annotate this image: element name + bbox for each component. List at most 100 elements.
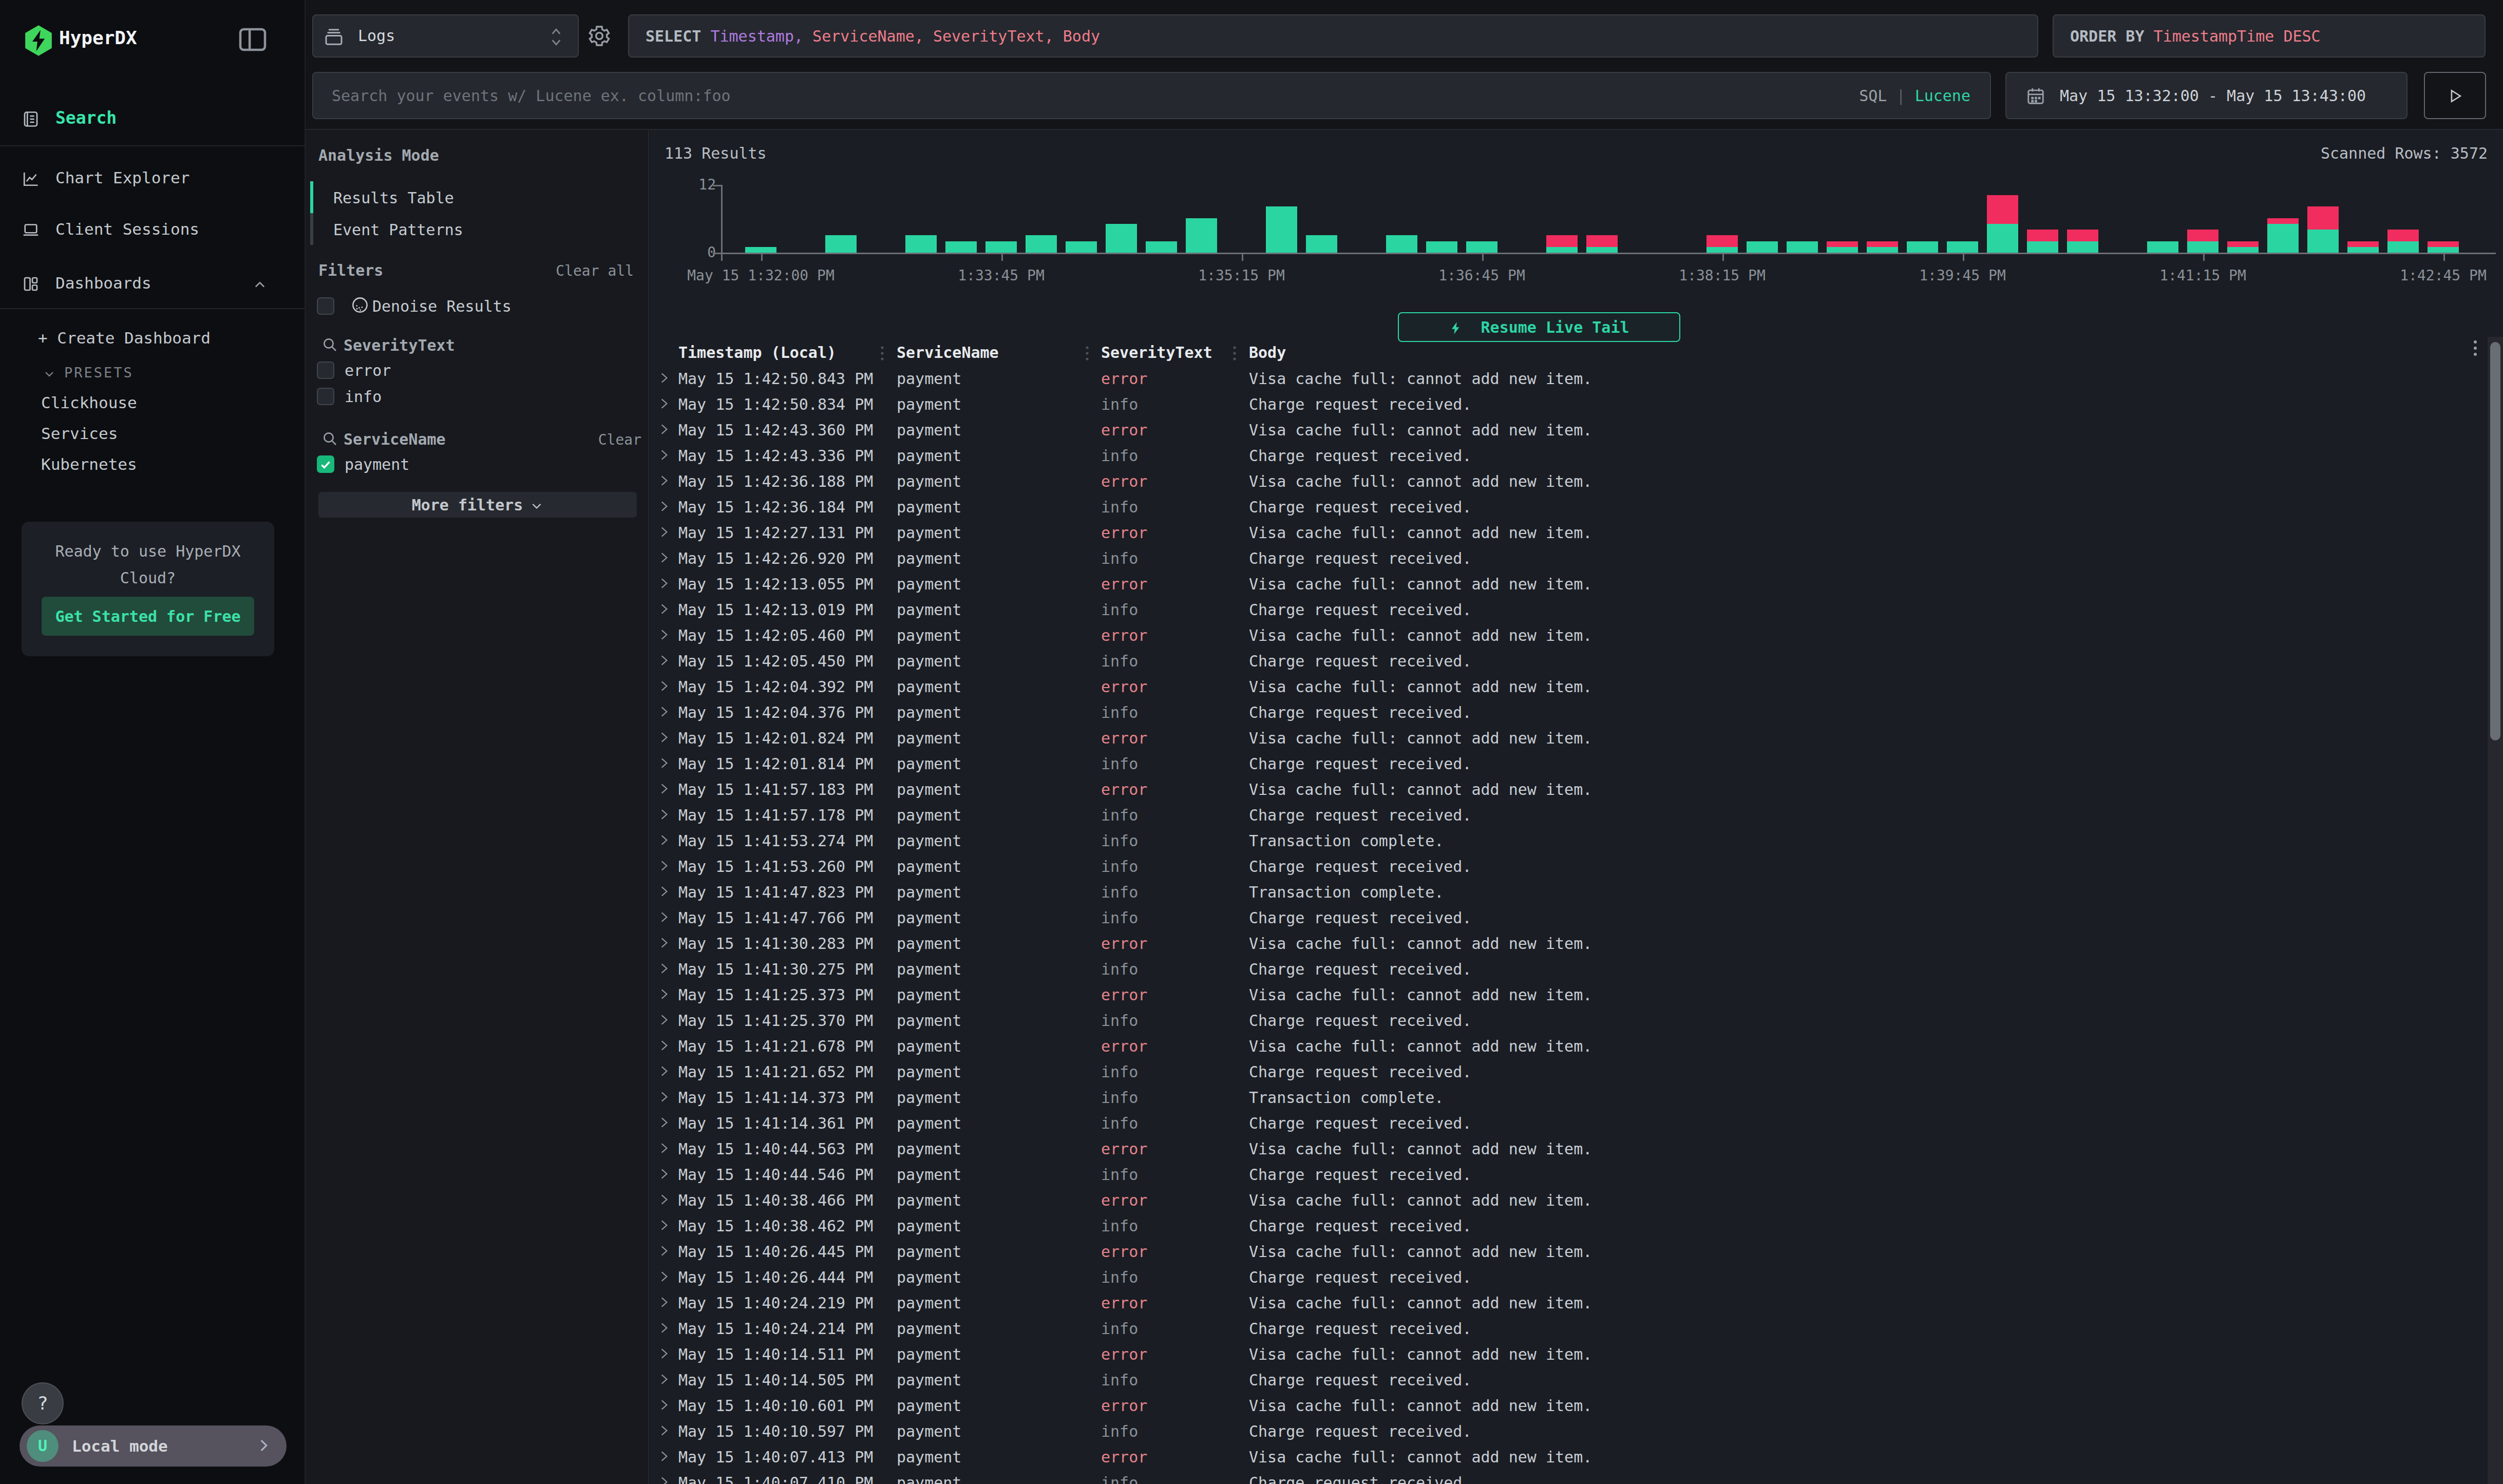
filter-option-error[interactable]: error [306,360,649,383]
table-row[interactable]: May 15 1:42:36.184 PMpaymentinfoCharge r… [650,493,2478,519]
table-row[interactable]: May 15 1:41:21.652 PMpaymentinfoCharge r… [650,1058,2478,1084]
table-row[interactable]: May 15 1:42:50.843 PMpaymenterrorVisa ca… [650,365,2478,391]
events-histogram[interactable]: 120May 15 1:32:00 PM1:33:45 PM1:35:15 PM… [650,130,2503,284]
table-row[interactable]: May 15 1:41:57.178 PMpaymentinfoCharge r… [650,802,2478,827]
expand-row-icon[interactable] [657,1167,671,1181]
expand-row-icon[interactable] [657,1064,671,1078]
source-select[interactable]: Logs [312,14,579,58]
histogram-bar-ok[interactable] [2307,230,2339,253]
collapse-sidebar-icon[interactable] [236,23,269,56]
histogram-bar-ok[interactable] [1706,247,1738,253]
expand-row-icon[interactable] [657,756,671,770]
histogram-bar-error[interactable] [1546,235,1578,247]
histogram-bar-ok[interactable] [2187,241,2218,253]
histogram-bar-ok[interactable] [745,247,776,253]
table-row[interactable]: May 15 1:40:38.462 PMpaymentinfoCharge r… [650,1212,2478,1238]
expand-row-icon[interactable] [657,731,671,744]
preset-clickhouse[interactable]: Clickhouse [41,393,137,412]
histogram-bar-error[interactable] [2307,206,2339,230]
histogram-bar-ok[interactable] [1947,241,1978,253]
histogram-bar-ok[interactable] [1827,247,1858,253]
expand-row-icon[interactable] [657,962,671,975]
histogram-bar-error[interactable] [2267,218,2299,224]
histogram-bar-ok[interactable] [1426,241,1457,253]
table-row[interactable]: May 15 1:42:27.131 PMpaymenterrorVisa ca… [650,519,2478,545]
column-resize-grip-icon[interactable] [880,344,884,363]
preset-kubernetes[interactable]: Kubernetes [41,455,137,473]
expand-row-icon[interactable] [657,705,671,718]
payment-checkbox[interactable] [317,455,334,473]
expand-row-icon[interactable] [657,1347,671,1360]
filter-option-info[interactable]: info [306,386,649,409]
expand-row-icon[interactable] [657,1090,671,1104]
expand-row-icon[interactable] [657,987,671,1001]
histogram-bar-ok[interactable] [2227,247,2259,253]
expand-row-icon[interactable] [657,679,671,693]
expand-row-icon[interactable] [657,1373,671,1386]
expand-row-icon[interactable] [657,1244,671,1258]
expand-row-icon[interactable] [657,833,671,847]
resume-live-tail-button[interactable]: Resume Live Tail [1398,312,1680,342]
expand-row-icon[interactable] [657,1270,671,1283]
time-range-picker[interactable]: May 15 13:32:00 - May 15 13:43:00 [2005,72,2407,119]
table-row[interactable]: May 15 1:41:53.274 PMpaymentinfoTransact… [650,827,2478,853]
histogram-bar-ok[interactable] [1106,224,1137,253]
filter-option-payment[interactable]: payment [306,454,649,477]
expand-row-icon[interactable] [657,1193,671,1206]
expand-row-icon[interactable] [657,654,671,667]
expand-row-icon[interactable] [657,1475,671,1484]
histogram-bar-error[interactable] [2347,241,2379,247]
histogram-bar-ok[interactable] [2067,241,2098,253]
table-row[interactable]: May 15 1:40:10.601 PMpaymenterrorVisa ca… [650,1392,2478,1418]
expand-row-icon[interactable] [657,1219,671,1232]
table-row[interactable]: May 15 1:40:07.413 PMpaymenterrorVisa ca… [650,1443,2478,1469]
table-row[interactable]: May 15 1:41:21.678 PMpaymenterrorVisa ca… [650,1033,2478,1058]
histogram-bar-ok[interactable] [1386,235,1417,253]
table-row[interactable]: May 15 1:40:14.505 PMpaymentinfoCharge r… [650,1366,2478,1392]
expand-row-icon[interactable] [657,371,671,385]
expand-row-icon[interactable] [657,1013,671,1026]
histogram-bar-ok[interactable] [825,235,857,253]
column-header-body[interactable]: Body [1249,344,1286,362]
expand-row-icon[interactable] [657,602,671,616]
sidebar-item-client-sessions[interactable]: Client Sessions [0,214,306,246]
run-query-button[interactable] [2424,72,2486,119]
source-settings-button[interactable] [587,24,612,48]
table-row[interactable]: May 15 1:41:30.283 PMpaymenterrorVisa ca… [650,930,2478,956]
table-scrollbar[interactable] [2488,337,2503,1484]
table-row[interactable]: May 15 1:42:01.824 PMpaymenterrorVisa ca… [650,725,2478,750]
create-dashboard-button[interactable]: + Create Dashboard [38,329,211,347]
histogram-bar-error[interactable] [2387,230,2419,241]
expand-row-icon[interactable] [657,1450,671,1463]
table-row[interactable]: May 15 1:42:01.814 PMpaymentinfoCharge r… [650,750,2478,776]
histogram-bar-ok[interactable] [1266,206,1297,253]
histogram-bar-ok[interactable] [1787,241,1818,253]
table-row[interactable]: May 15 1:40:26.445 PMpaymenterrorVisa ca… [650,1238,2478,1264]
histogram-bar-ok[interactable] [1066,241,1097,253]
histogram-bar-ok[interactable] [2428,247,2459,253]
histogram-bar-ok[interactable] [945,241,977,253]
histogram-bar-ok[interactable] [1987,224,2018,253]
table-row[interactable]: May 15 1:42:05.450 PMpaymentinfoCharge r… [650,648,2478,673]
histogram-bar-ok[interactable] [1026,235,1057,253]
histogram-bar-ok[interactable] [1907,241,1938,253]
get-started-button[interactable]: Get Started for Free [42,597,254,636]
column-resize-grip-icon[interactable] [1232,344,1237,363]
expand-row-icon[interactable] [657,577,671,590]
expand-row-icon[interactable] [657,1398,671,1412]
column-header-timestamp-local[interactable]: Timestamp (Local) [678,344,836,362]
histogram-bar-error[interactable] [1867,241,1898,247]
expand-row-icon[interactable] [657,1116,671,1129]
order-by-input[interactable]: ORDER BY TimestampTime DESC [2053,14,2486,58]
table-row[interactable]: May 15 1:42:43.360 PMpaymenterrorVisa ca… [650,416,2478,442]
histogram-bar-error[interactable] [1586,235,1618,247]
table-row[interactable]: May 15 1:40:44.546 PMpaymentinfoCharge r… [650,1161,2478,1187]
table-row[interactable]: May 15 1:40:44.563 PMpaymenterrorVisa ca… [650,1135,2478,1161]
table-row[interactable]: May 15 1:40:24.219 PMpaymenterrorVisa ca… [650,1289,2478,1315]
expand-row-icon[interactable] [657,1321,671,1335]
sidebar-item-dashboards[interactable]: Dashboards [0,268,306,300]
histogram-bar-ok[interactable] [1586,247,1618,253]
expand-row-icon[interactable] [657,474,671,487]
table-row[interactable]: May 15 1:42:04.392 PMpaymenterrorVisa ca… [650,673,2478,699]
expand-row-icon[interactable] [657,628,671,641]
